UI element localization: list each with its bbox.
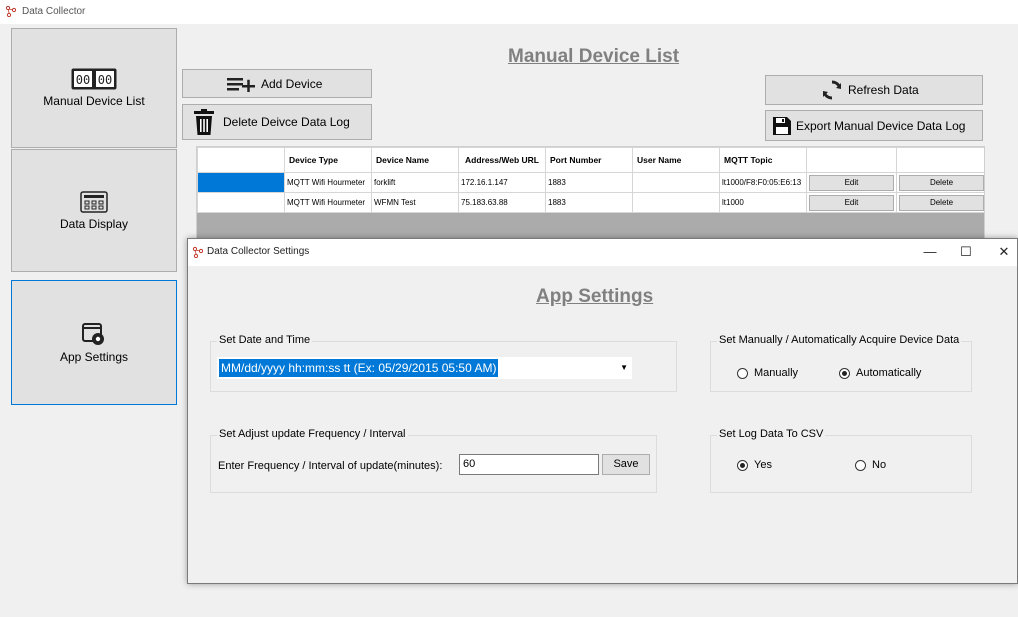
nav-app-settings[interactable]: App Settings <box>11 280 177 405</box>
radio-log-no[interactable]: No <box>855 459 886 471</box>
grid-header-device-name[interactable]: Device Name <box>371 147 459 173</box>
grid-header-edit <box>806 147 897 173</box>
row-selector[interactable] <box>197 172 285 193</box>
nav-settings-label: App Settings <box>59 349 129 364</box>
settings-dialog: Data Collector Settings — ☐ ✕ App Settin… <box>187 238 1018 584</box>
save-button[interactable]: Save <box>602 454 650 475</box>
delete-log-button[interactable]: Delete Deivce Data Log <box>182 104 372 140</box>
maximize-button[interactable]: ☐ <box>956 244 976 260</box>
svg-text:00: 00 <box>98 73 112 87</box>
cell-edit: Edit <box>806 172 897 193</box>
radio-log-yes[interactable]: Yes <box>737 459 772 471</box>
grid-header-select <box>197 147 285 173</box>
grid-header-device-type[interactable]: Device Type <box>284 147 372 173</box>
radio-automatically-label: Automatically <box>856 367 922 379</box>
radio-log-yes-label: Yes <box>754 459 772 471</box>
log-csv-group: Set Log Data To CSV Yes No <box>710 428 972 493</box>
cell-topic[interactable]: lt1000 <box>719 192 807 213</box>
minimize-button[interactable]: — <box>920 244 940 259</box>
export-log-button[interactable]: Export Manual Device Data Log <box>765 110 983 141</box>
dialog-title: Data Collector Settings <box>207 246 310 257</box>
cell-device-name[interactable]: WFMN Test <box>371 192 459 213</box>
radio-manually-indicator[interactable] <box>737 367 748 379</box>
nav-data-display[interactable]: Data Display <box>11 149 177 272</box>
grid-header-port[interactable]: Port Number <box>545 147 633 173</box>
page-title: Manual Device List <box>508 46 680 67</box>
cell-edit: Edit <box>806 192 897 213</box>
delete-log-label: Delete Deivce Data Log <box>223 115 350 129</box>
frequency-group: Set Adjust update Frequency / Interval E… <box>210 428 657 493</box>
close-button[interactable]: ✕ <box>994 244 1014 260</box>
cell-device-type[interactable]: MQTT Wifi Hourmeter <box>284 192 372 213</box>
datetime-format-select[interactable]: MM/dd/yyyy hh:mm:ss tt (Ex: 05/29/2015 0… <box>217 357 632 379</box>
log-csv-group-label: Set Log Data To CSV <box>717 428 826 440</box>
svg-text:00: 00 <box>76 73 90 87</box>
datetime-group-label: Set Date and Time <box>217 334 313 346</box>
cell-delete: Delete <box>896 192 984 213</box>
add-device-button[interactable]: Add Device <box>182 69 372 98</box>
cell-port[interactable]: 1883 <box>545 172 633 193</box>
refresh-data-button[interactable]: Refresh Data <box>765 75 983 105</box>
radio-automatically[interactable]: Automatically <box>839 367 921 379</box>
delete-button[interactable]: Delete <box>899 174 984 191</box>
acquire-group: Set Manually / Automatically Acquire Dev… <box>710 334 972 392</box>
frequency-label: Enter Frequency / Interval of update(min… <box>218 460 443 472</box>
radio-manually-label: Manually <box>754 367 799 379</box>
radio-automatically-indicator[interactable] <box>839 367 850 379</box>
refresh-label: Refresh Data <box>848 83 919 97</box>
app-title: Data Collector <box>22 6 86 17</box>
trash-icon <box>194 109 214 135</box>
app-logo-icon <box>5 5 17 17</box>
grid-header-topic[interactable]: MQTT Topic <box>719 147 807 173</box>
calculator-display-icon <box>80 190 108 213</box>
grid-header-delete <box>896 147 984 173</box>
device-grid[interactable]: Device Type Device Name Address/Web URL … <box>196 146 985 246</box>
frequency-group-label: Set Adjust update Frequency / Interval <box>217 428 408 440</box>
cell-device-name[interactable]: forklift <box>371 172 459 193</box>
radio-log-no-indicator[interactable] <box>855 459 866 471</box>
window-settings-icon <box>82 322 104 345</box>
export-label: Export Manual Device Data Log <box>796 118 966 133</box>
grid-header-address[interactable]: Address/Web URL <box>458 147 546 173</box>
edit-button[interactable]: Edit <box>809 194 894 211</box>
acquire-group-label: Set Manually / Automatically Acquire Dev… <box>717 334 962 346</box>
datetime-format-value: MM/dd/yyyy hh:mm:ss tt (Ex: 05/29/2015 0… <box>219 359 499 377</box>
refresh-icon <box>823 80 841 100</box>
settings-title: App Settings <box>536 286 654 307</box>
cell-port[interactable]: 1883 <box>545 192 633 213</box>
dialog-logo-icon <box>192 246 204 258</box>
radio-manually[interactable]: Manually <box>737 367 798 379</box>
dialog-titlebar[interactable]: Data Collector Settings — ☐ ✕ <box>188 239 1017 266</box>
table-row[interactable]: MQTT Wifi Hourmeter forklift 172.16.1.14… <box>197 172 984 193</box>
radio-log-yes-indicator[interactable] <box>737 459 748 471</box>
cell-device-type[interactable]: MQTT Wifi Hourmeter <box>284 172 372 193</box>
cell-user[interactable] <box>632 192 720 213</box>
cell-user[interactable] <box>632 172 720 193</box>
nav-display-label: Data Display <box>59 216 129 231</box>
datetime-group: Set Date and Time MM/dd/yyyy hh:mm:ss tt… <box>210 334 677 392</box>
radio-log-no-label: No <box>872 459 887 471</box>
cell-topic[interactable]: lt1000/F8:F0:05:E6:13 <box>719 172 807 193</box>
cell-address[interactable]: 172.16.1.147 <box>458 172 546 193</box>
table-row[interactable]: MQTT Wifi Hourmeter WFMN Test 75.183.63.… <box>197 192 984 213</box>
grid-header-user[interactable]: User Name <box>632 147 720 173</box>
nav-manual-label: Manual Device List <box>43 94 145 108</box>
edit-button[interactable]: Edit <box>809 174 894 191</box>
frequency-input[interactable]: 60 <box>459 454 599 475</box>
delete-button[interactable]: Delete <box>899 194 984 211</box>
add-device-label: Add Device <box>261 76 323 91</box>
cell-delete: Delete <box>896 172 984 193</box>
add-list-icon <box>227 77 255 92</box>
clock-display-icon: 00 00 <box>71 68 117 90</box>
row-selector[interactable] <box>197 192 285 213</box>
grid-header-row: Device Type Device Name Address/Web URL … <box>197 147 984 173</box>
nav-manual-device-list[interactable]: 00 00 Manual Device List <box>11 28 177 148</box>
app-titlebar: Data Collector <box>0 0 1018 24</box>
cell-address[interactable]: 75.183.63.88 <box>458 192 546 213</box>
save-disk-icon <box>773 116 791 135</box>
dropdown-arrow-icon[interactable]: ▼ <box>620 363 628 372</box>
